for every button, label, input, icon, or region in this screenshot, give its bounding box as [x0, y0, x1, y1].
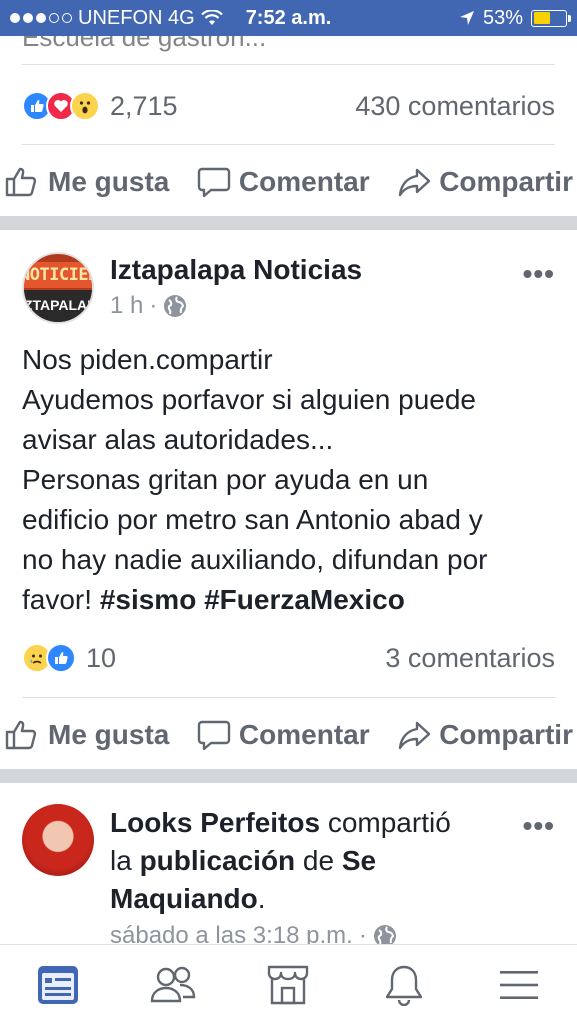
thumbs-up-icon — [5, 167, 37, 197]
share-headline: Looks Perfeitos compartió — [110, 804, 495, 842]
avatar-logo-bottom: IZTAPALAPA — [24, 290, 92, 322]
post-time-link[interactable]: 1 h — [110, 292, 143, 320]
share-verb: compartió — [320, 807, 451, 838]
share-button[interactable]: Compartir — [397, 166, 573, 198]
like-button[interactable]: Me gusta — [4, 719, 169, 751]
avatar-logo-top: NOTICIERO — [24, 262, 92, 288]
reaction-count: 2,715 — [110, 90, 178, 121]
tab-marketplace[interactable] — [258, 955, 318, 1015]
post-text-line: favor! #sismo #FuerzaMexico — [22, 580, 555, 620]
post-actions: Me gusta Comentar Compartir — [0, 710, 577, 760]
post-time-link[interactable]: sábado a las 3:18 p.m. — [110, 922, 353, 944]
publication-link[interactable]: publicación — [140, 845, 296, 876]
post-meta: sábado a las 3:18 p.m. · — [110, 922, 495, 944]
share-button[interactable]: Compartir — [397, 719, 573, 751]
battery-percent: 53% — [482, 6, 523, 29]
globe-icon — [164, 295, 187, 317]
tab-menu[interactable] — [489, 955, 549, 1015]
author-name-link[interactable]: Looks Perfeitos — [110, 807, 320, 838]
post-header: Looks Perfeitos compartió la publicación… — [22, 804, 555, 944]
tab-news-feed[interactable] — [28, 955, 88, 1015]
meta-separator: · — [358, 922, 367, 944]
share-label: Compartir — [439, 166, 573, 197]
location-arrow-icon — [459, 11, 474, 25]
previous-post-actions: Me gusta Comentar Compartir — [0, 157, 577, 207]
battery-icon — [531, 9, 571, 27]
menu-icon — [500, 970, 539, 999]
post-header: NOTICIERO IZTAPALAPA Iztapalapa Noticias… — [22, 252, 555, 332]
post-text-segment: favor! — [22, 584, 100, 615]
news-feed[interactable]: Escuela de gastron... 2,715 430 comentar… — [0, 36, 577, 944]
share-label: Compartir — [439, 719, 573, 750]
comment-label: Comentar — [238, 166, 370, 197]
author-name-link[interactable]: Iztapalapa Noticias — [110, 252, 495, 288]
like-button[interactable]: Me gusta — [4, 166, 169, 198]
comment-icon — [197, 720, 231, 751]
post-reactions[interactable]: 10 3 comentarios — [22, 636, 555, 680]
post-meta: 1 h · — [110, 292, 495, 320]
post-text-line: avisar alas autoridades... — [22, 424, 334, 455]
share-arrow-icon — [398, 721, 431, 750]
share-headline: la publicación de Se — [110, 842, 495, 880]
status-left: UNEFON 4G — [10, 7, 223, 30]
hashtag-link[interactable]: #sismo — [100, 584, 197, 615]
wifi-icon — [200, 10, 223, 25]
thumbs-up-icon — [5, 720, 37, 750]
post-separator — [0, 769, 577, 783]
author-block: Looks Perfeitos compartió la publicación… — [110, 804, 495, 944]
like-label: Me gusta — [48, 719, 170, 750]
comment-button[interactable]: Comentar — [197, 166, 370, 198]
comment-button[interactable]: Comentar — [197, 719, 370, 751]
reaction-count: 10 — [86, 642, 117, 673]
tab-friends[interactable] — [143, 955, 203, 1015]
hashtag-link[interactable]: #FuerzaMexico — [204, 584, 405, 615]
share-text: . — [257, 883, 266, 914]
post-separator — [0, 216, 577, 230]
like-reaction-icon — [46, 643, 76, 673]
post-body: Nos piden.compartir Ayudemos porfavor si… — [22, 340, 555, 620]
comment-count-link[interactable]: 3 comentarios — [385, 643, 555, 674]
comment-label: Comentar — [238, 719, 370, 750]
post-options-button[interactable]: ••• — [523, 258, 555, 290]
friends-icon — [150, 966, 196, 1002]
author-block: Iztapalapa Noticias 1 h · — [110, 252, 495, 320]
previous-post-text: Escuela de gastron... — [22, 36, 267, 52]
battery-fill — [533, 12, 550, 24]
post-text-line: Nos piden.compartir — [22, 344, 273, 375]
like-label: Me gusta — [48, 166, 170, 197]
divider — [22, 697, 555, 698]
post-text-line: Ayudemos porfavor si alguien puede — [22, 384, 477, 415]
carrier-label: UNEFON 4G — [78, 6, 195, 29]
news-feed-icon — [37, 965, 78, 1004]
bottom-tab-bar — [0, 944, 577, 1024]
marketplace-icon — [268, 965, 309, 1004]
avatar[interactable]: NOTICIERO IZTAPALAPA — [22, 252, 94, 324]
comment-icon — [197, 167, 231, 198]
reaction-icons — [22, 643, 76, 673]
previous-post-reactions[interactable]: 2,715 430 comentarios — [22, 84, 555, 128]
post-options-button[interactable]: ••• — [523, 810, 555, 842]
status-bar: UNEFON 4G 7:52 a.m. 53% — [0, 0, 577, 36]
post-text-line: Personas gritan por ayuda en un — [22, 464, 429, 495]
signal-strength-icon — [10, 13, 72, 23]
wow-reaction-icon — [70, 91, 100, 121]
share-text: de — [295, 845, 342, 876]
share-arrow-icon — [398, 168, 431, 197]
divider — [22, 64, 555, 65]
post-text-line: edificio por metro san Antonio abad y — [22, 504, 483, 535]
comment-count-link[interactable]: 430 comentarios — [355, 91, 555, 122]
notifications-icon — [385, 965, 423, 1006]
reaction-icons — [22, 91, 100, 121]
globe-icon — [373, 925, 396, 944]
tab-notifications[interactable] — [374, 955, 434, 1015]
post-text-line: no hay nadie auxiliando, difundan por — [22, 544, 488, 575]
share-headline: Maquiando. — [110, 880, 495, 918]
page-name-link[interactable]: Maquiando — [110, 883, 258, 914]
share-text: la — [110, 845, 140, 876]
meta-separator: · — [149, 292, 158, 319]
page-name-link[interactable]: Se — [342, 845, 376, 876]
avatar[interactable] — [22, 804, 94, 876]
status-right: 53% — [459, 6, 571, 30]
divider — [22, 144, 555, 145]
